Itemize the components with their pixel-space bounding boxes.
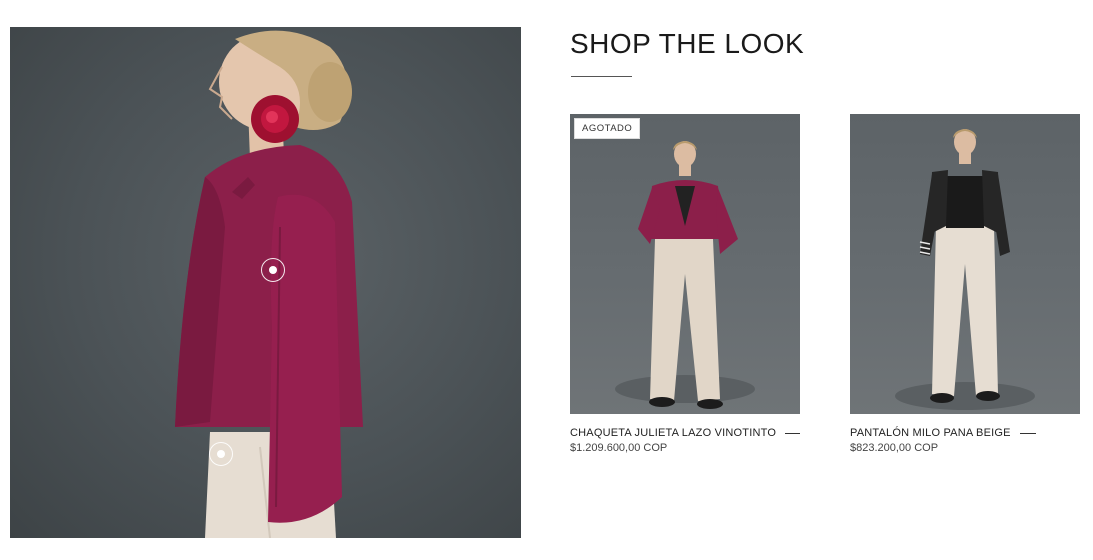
- product-name-row: CHAQUETA JULIETA LAZO VINOTINTO: [570, 427, 800, 439]
- model-illustration: [895, 129, 1035, 410]
- model-illustration: [615, 141, 755, 409]
- product-image-jacket[interactable]: AGOTADO: [570, 114, 800, 414]
- product-image-pants[interactable]: [850, 114, 1080, 414]
- sold-out-badge: AGOTADO: [574, 118, 641, 139]
- hero-look-image: [10, 27, 521, 538]
- name-dash: [785, 432, 800, 434]
- product-card-jacket[interactable]: AGOTADO CHAQUETA JULIETA LAZO VINOTINTO …: [570, 114, 800, 454]
- hotspot-dot: [217, 450, 225, 458]
- section-title: SHOP THE LOOK: [570, 28, 805, 59]
- product-name-row: PANTALÓN MILO PANA BEIGE: [850, 427, 1080, 439]
- hotspot-pants-button[interactable]: [209, 442, 233, 466]
- product-price: $1.209.600,00 COP: [570, 442, 668, 454]
- product-name[interactable]: CHAQUETA JULIETA LAZO VINOTINTO: [570, 427, 776, 439]
- hotspot-jacket-button[interactable]: [261, 258, 285, 282]
- model-illustration: [175, 30, 363, 538]
- hotspot-dot: [269, 266, 277, 274]
- name-dash: [1019, 432, 1036, 434]
- product-price: $823.200,00 COP: [850, 442, 939, 454]
- product-name[interactable]: PANTALÓN MILO PANA BEIGE: [850, 427, 1011, 439]
- title-divider: [571, 76, 632, 77]
- product-card-pants[interactable]: PANTALÓN MILO PANA BEIGE $823.200,00 COP: [850, 114, 1080, 454]
